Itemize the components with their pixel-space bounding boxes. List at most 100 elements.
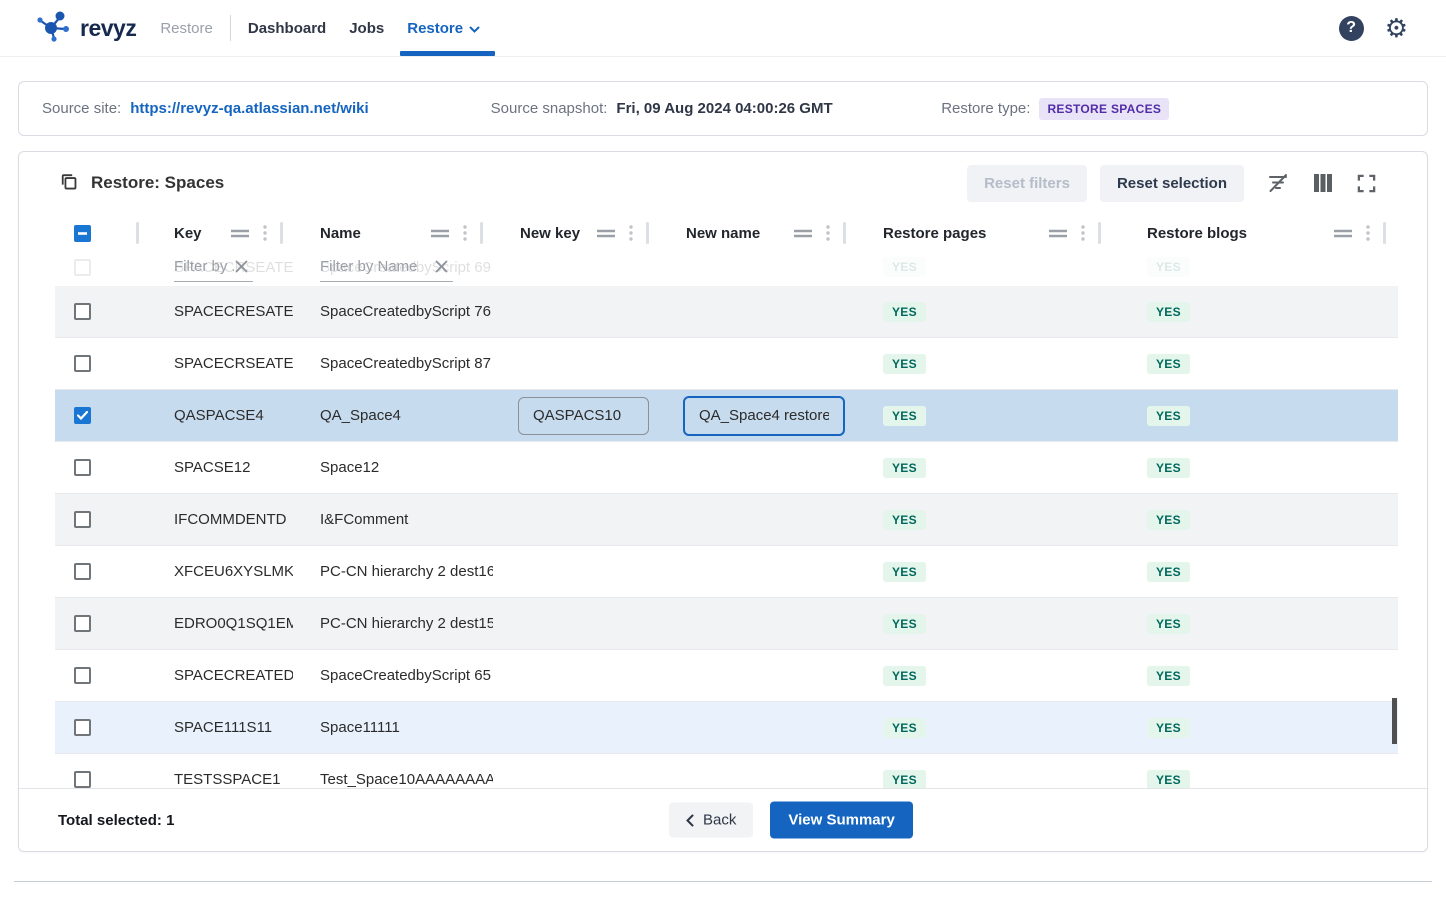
- breadcrumb[interactable]: Restore: [160, 20, 213, 37]
- source-snapshot-group: Source snapshot: Fri, 09 Aug 2024 04:00:…: [491, 100, 942, 117]
- source-site-link[interactable]: https://revyz-qa.atlassian.net/wiki: [130, 100, 368, 117]
- restore-pages-badge: YES: [883, 302, 926, 322]
- restore-blogs-badge: YES: [1147, 562, 1190, 582]
- row-checkbox[interactable]: [74, 667, 91, 684]
- column-divider[interactable]: [1098, 222, 1101, 244]
- row-checkbox[interactable]: [74, 719, 91, 736]
- drag-handle-icon[interactable]: [596, 229, 616, 238]
- row-checkbox[interactable]: [74, 511, 91, 528]
- tab-jobs[interactable]: Jobs: [349, 0, 384, 56]
- tab-restore[interactable]: Restore: [407, 0, 480, 56]
- column-menu-icon[interactable]: [826, 225, 830, 241]
- column-menu-icon[interactable]: [1081, 225, 1085, 241]
- columns-icon[interactable]: [1312, 173, 1334, 193]
- column-header-new-name: New name: [659, 222, 856, 244]
- column-menu-icon[interactable]: [463, 225, 467, 241]
- source-snapshot-value: Fri, 09 Aug 2024 04:00:26 GMT: [616, 100, 832, 117]
- table-row[interactable]: SPACE111S11 Space11111 YES YES: [55, 702, 1398, 754]
- row-checkbox[interactable]: [74, 407, 91, 424]
- source-site-label: Source site:: [42, 100, 121, 117]
- column-menu-icon[interactable]: [1366, 225, 1370, 241]
- restore-spaces-panel: Restore: Spaces Reset filters Reset sele…: [18, 151, 1428, 852]
- brand[interactable]: revyz: [35, 7, 136, 50]
- view-summary-button[interactable]: View Summary: [770, 802, 912, 839]
- restore-blogs-badge: YES: [1147, 718, 1190, 738]
- back-button-label: Back: [703, 812, 736, 829]
- row-name: SpaceCreatedbyScript 65: [320, 667, 491, 684]
- table-row[interactable]: IFCOMMDENTD I&FComment YES YES: [55, 494, 1398, 546]
- column-menu-icon[interactable]: [629, 225, 633, 241]
- row-checkbox[interactable]: [74, 615, 91, 632]
- row-checkbox[interactable]: [74, 563, 91, 580]
- row-name: Space12: [320, 459, 379, 476]
- row-name: PC-CN hierarchy 2 dest15: [320, 615, 493, 632]
- drag-handle-icon[interactable]: [793, 229, 813, 238]
- clear-name-filter-icon[interactable]: [434, 259, 449, 274]
- row-key: QASPACSE4: [174, 407, 264, 424]
- new-name-input[interactable]: [683, 396, 845, 436]
- drag-handle-icon[interactable]: [1333, 229, 1353, 238]
- drag-handle-icon[interactable]: [230, 229, 250, 238]
- restore-blogs-badge: YES: [1147, 354, 1190, 374]
- column-header-name: Name: [293, 222, 493, 244]
- restore-type-badge: RESTORE SPACES: [1039, 98, 1169, 120]
- clear-sort-icon[interactable]: [1266, 172, 1290, 194]
- key-filter-input[interactable]: [174, 258, 234, 275]
- table-body: SPACECRESATED SpaceCreatedbyScript 76 YE…: [55, 286, 1398, 792]
- tab-dashboard[interactable]: Dashboard: [248, 0, 326, 56]
- new-key-input[interactable]: [518, 397, 649, 435]
- row-name: QA_Space4: [320, 407, 401, 424]
- source-snapshot-label: Source snapshot:: [491, 100, 608, 117]
- table-row[interactable]: SPACECRSEATED SpaceCreatedbyScript 87 YE…: [55, 338, 1398, 390]
- restore-pages-badge: YES: [883, 770, 926, 790]
- revyz-logo-icon: [35, 7, 73, 50]
- table-row[interactable]: QASPACSE4 QA_Space4 YES YES: [55, 390, 1398, 442]
- select-all-checkbox[interactable]: [74, 225, 91, 242]
- fullscreen-icon[interactable]: [1356, 173, 1377, 194]
- row-key: TESTSSPACE1: [174, 771, 280, 788]
- drag-handle-icon[interactable]: [1048, 229, 1068, 238]
- table-row[interactable]: SPACSE12 Space12 YES YES: [55, 442, 1398, 494]
- column-header-restore-pages: Restore pages: [856, 222, 1111, 244]
- column-divider[interactable]: [280, 222, 283, 244]
- table-row[interactable]: EDRO0Q1SQ1EMI PC-CN hierarchy 2 dest15 Y…: [55, 598, 1398, 650]
- restore-pages-badge: YES: [883, 614, 926, 634]
- row-name: I&FComment: [320, 511, 408, 528]
- column-header-restore-blogs: Restore blogs: [1111, 222, 1396, 244]
- table-row[interactable]: XFCEU6XYSLMKC PC-CN hierarchy 2 dest16 Y…: [55, 546, 1398, 598]
- row-name: SpaceCreatedbyScript 87: [320, 355, 491, 372]
- column-divider[interactable]: [1383, 222, 1386, 244]
- reset-filters-button[interactable]: Reset filters: [967, 165, 1087, 202]
- row-key: SPACE111S11: [174, 719, 272, 736]
- help-icon[interactable]: ?: [1339, 16, 1364, 41]
- table-header: Key Name New key: [55, 218, 1398, 286]
- column-divider[interactable]: [646, 222, 649, 244]
- source-site-group: Source site: https://revyz-qa.atlassian.…: [19, 100, 491, 117]
- name-filter-input[interactable]: [320, 258, 434, 275]
- column-divider[interactable]: [480, 222, 483, 244]
- vertical-scrollbar-thumb[interactable]: [1392, 698, 1397, 744]
- row-name: Test_Space10AAAAAAAAAA: [320, 771, 493, 788]
- drag-handle-icon[interactable]: [430, 229, 450, 238]
- column-header-key: Key: [147, 222, 293, 244]
- row-checkbox[interactable]: [74, 355, 91, 372]
- restore-pages-badge: YES: [883, 718, 926, 738]
- restore-pages-badge: YES: [883, 562, 926, 582]
- column-header-new-key: New key: [493, 222, 659, 244]
- table-row[interactable]: TESTSSPACE1 Test_Space10AAAAAAAAAA YES Y…: [55, 754, 1398, 792]
- column-menu-icon[interactable]: [263, 225, 267, 241]
- row-checkbox[interactable]: [74, 459, 91, 476]
- filter-row: SPACECRSEATED SpaceCreatedbyScript 69 YE…: [55, 248, 1398, 286]
- reset-selection-button[interactable]: Reset selection: [1100, 165, 1244, 202]
- settings-gear-icon[interactable]: ⚙: [1385, 15, 1408, 41]
- clear-key-filter-icon[interactable]: [234, 259, 249, 274]
- column-divider[interactable]: [843, 222, 846, 244]
- column-divider: [136, 222, 139, 244]
- row-checkbox[interactable]: [74, 303, 91, 320]
- row-checkbox[interactable]: [74, 771, 91, 788]
- restore-pages-badge: YES: [883, 406, 926, 426]
- back-button[interactable]: Back: [669, 803, 753, 838]
- row-name: SpaceCreatedbyScript 76: [320, 303, 491, 320]
- table-row[interactable]: SPACECRESATED SpaceCreatedbyScript 76 YE…: [55, 286, 1398, 338]
- table-row[interactable]: SPACECREATEDB SpaceCreatedbyScript 65 YE…: [55, 650, 1398, 702]
